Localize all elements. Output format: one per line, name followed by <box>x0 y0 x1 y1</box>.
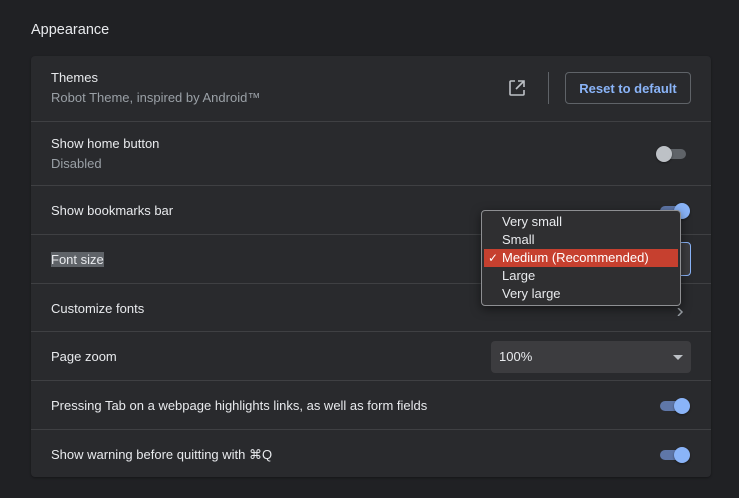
home-button-label: Show home button <box>51 136 160 151</box>
quit-warning-toggle[interactable] <box>658 445 690 465</box>
font-size-label: Font size <box>51 252 104 268</box>
reset-theme-button[interactable]: Reset to default <box>565 72 691 104</box>
option-label: Large <box>502 268 536 283</box>
tab-highlight-toggle[interactable] <box>658 396 690 416</box>
font-size-option-large[interactable]: Large <box>484 267 678 285</box>
checkmark-icon: ✓ <box>488 251 499 265</box>
page-zoom-label: Page zoom <box>51 349 117 364</box>
toggle-knob <box>674 447 690 463</box>
page-zoom-row: Page zoom 100% <box>31 331 711 380</box>
themes-label: Themes <box>51 70 98 85</box>
font-size-option-very-small[interactable]: Very small <box>484 213 678 231</box>
tab-highlight-row[interactable]: Pressing Tab on a webpage highlights lin… <box>31 380 711 429</box>
quit-warning-label: Show warning before quitting with ⌘Q <box>51 447 273 462</box>
chevron-down-icon <box>673 355 683 360</box>
quit-warning-row[interactable]: Show warning before quitting with ⌘Q <box>31 429 711 477</box>
option-label: Small <box>502 232 535 247</box>
themes-sublabel: Robot Theme, inspired by Android™ <box>51 90 261 105</box>
customize-fonts-label: Customize fonts <box>51 301 145 316</box>
home-button-toggle[interactable] <box>656 144 688 164</box>
font-size-option-medium[interactable]: ✓ Medium (Recommended) <box>484 249 678 267</box>
page-zoom-select[interactable]: 100% <box>491 341 691 373</box>
option-label: Very large <box>502 286 561 301</box>
toggle-knob <box>674 398 690 414</box>
option-label: Very small <box>502 214 562 229</box>
separator <box>548 72 549 104</box>
home-button-row[interactable]: Show home button Disabled <box>31 121 711 185</box>
toggle-knob <box>656 146 672 162</box>
home-button-sublabel: Disabled <box>51 156 102 171</box>
open-in-new-icon[interactable] <box>507 78 527 98</box>
font-size-dropdown-menu: Very small Small ✓ Medium (Recommended) … <box>481 210 681 306</box>
bookmarks-bar-label: Show bookmarks bar <box>51 203 174 218</box>
option-label: Medium (Recommended) <box>502 250 649 265</box>
page-zoom-value: 100% <box>499 349 533 364</box>
tab-highlight-label: Pressing Tab on a webpage highlights lin… <box>51 398 428 413</box>
font-size-label-text: Font size <box>51 252 104 267</box>
section-title: Appearance <box>31 22 110 38</box>
settings-page: Appearance Themes Robot Theme, inspired … <box>0 0 739 498</box>
font-size-option-small[interactable]: Small <box>484 231 678 249</box>
themes-row: Themes Robot Theme, inspired by Android™… <box>31 56 711 121</box>
font-size-option-very-large[interactable]: Very large <box>484 285 678 303</box>
